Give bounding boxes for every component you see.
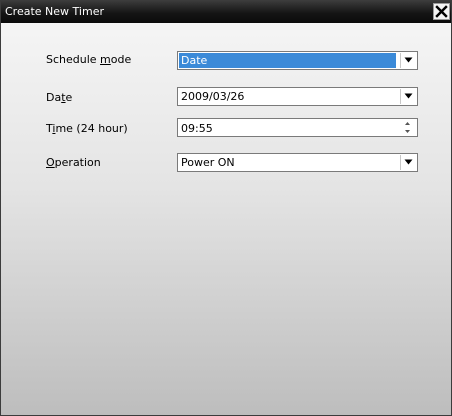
schedule-mode-dropdown-button[interactable] [400, 53, 416, 68]
date-label-post: e [65, 91, 73, 104]
operation-label-key: O [46, 156, 55, 169]
time-spin-buttons [400, 120, 416, 135]
chevron-down-icon [404, 93, 413, 99]
close-button[interactable] [433, 3, 450, 20]
time-value: 09:55 [181, 122, 213, 135]
close-x-icon [435, 5, 448, 18]
date-dropdown-button[interactable] [400, 89, 416, 104]
time-label-post: me (24 hour) [55, 122, 128, 135]
time-spin-up-button[interactable] [400, 120, 416, 127]
date-label: Date [46, 91, 72, 104]
time-spin-down-button[interactable] [400, 128, 416, 135]
spin-up-icon [405, 122, 410, 125]
schedule-mode-dropdown[interactable]: Date [177, 51, 418, 70]
date-value: 2009/03/26 [181, 90, 245, 103]
create-new-timer-dialog: Create New Timer Schedule mode Date Date… [0, 0, 452, 416]
operation-label: Operation [46, 156, 101, 169]
window-title: Create New Timer [5, 5, 104, 18]
time-spinner[interactable]: 09:55 [177, 118, 418, 137]
operation-dropdown[interactable]: Power ON [177, 153, 418, 172]
time-label: Time (24 hour) [46, 122, 128, 135]
date-picker[interactable]: 2009/03/26 [177, 87, 418, 106]
schedule-mode-label-post: ode [110, 53, 132, 66]
spin-down-icon [405, 130, 410, 133]
chevron-down-icon [404, 159, 413, 165]
schedule-mode-value: Date [179, 53, 396, 68]
schedule-mode-label-pre: Schedule [46, 53, 101, 66]
chevron-down-icon [404, 57, 413, 63]
operation-dropdown-button[interactable] [400, 155, 416, 170]
schedule-mode-label-key: m [100, 53, 111, 66]
date-label-pre: Da [46, 91, 62, 104]
schedule-mode-label: Schedule mode [46, 53, 131, 66]
title-bar[interactable]: Create New Timer [1, 1, 451, 23]
operation-label-post: peration [54, 156, 101, 169]
operation-value: Power ON [181, 156, 235, 169]
